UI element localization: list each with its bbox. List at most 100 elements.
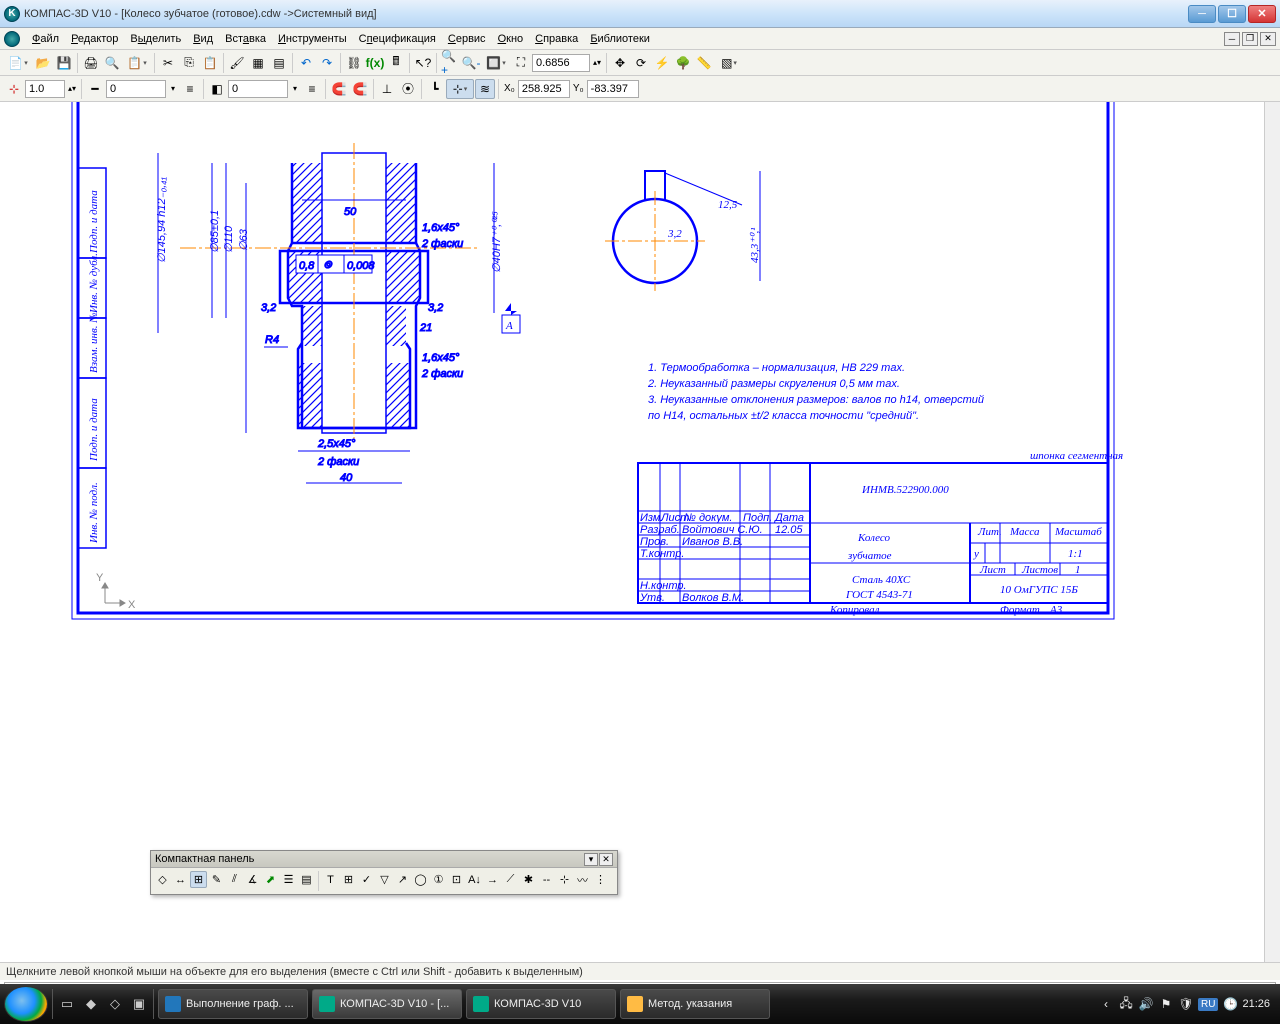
help-arrow-button[interactable]: ↖?: [413, 53, 433, 73]
spec-button[interactable]: ☰: [280, 871, 297, 888]
print-button[interactable]: 🖨: [81, 53, 101, 73]
ortho-button[interactable]: ⊥: [377, 79, 397, 99]
axis-button[interactable]: ⊹: [556, 871, 573, 888]
quick2-icon[interactable]: ◇: [105, 994, 125, 1014]
copy-button[interactable]: ⎘: [179, 53, 199, 73]
y-input[interactable]: [587, 80, 639, 98]
state-dd[interactable]: ▾: [289, 79, 301, 99]
drawing-canvas[interactable]: Подп. и дата Инв. № дубл. Взам. инв. № П…: [0, 102, 1264, 964]
measure-button[interactable]: 📏: [694, 53, 714, 73]
arrow-button[interactable]: →: [484, 871, 501, 888]
style-button[interactable]: ━: [85, 79, 105, 99]
mdi-close-button[interactable]: ✕: [1260, 32, 1276, 46]
tree-button[interactable]: 🌳: [673, 53, 693, 73]
task-item-2[interactable]: КОМПАС-3D V10 - [...: [312, 989, 462, 1019]
tray-vol-icon[interactable]: 🔊: [1138, 996, 1154, 1012]
tray-clock-icon[interactable]: 🕒: [1222, 996, 1238, 1012]
menu-window[interactable]: Окно: [492, 30, 530, 48]
new-button[interactable]: 📄: [4, 53, 32, 73]
round-button[interactable]: ⦿: [398, 79, 418, 99]
tray-shield-icon[interactable]: 🛡: [1178, 996, 1194, 1012]
param-button2[interactable]: ⫽: [226, 871, 243, 888]
task-item-1[interactable]: Выполнение граф. ...: [158, 989, 308, 1019]
state-mgr[interactable]: ≡: [302, 79, 322, 99]
geom-button[interactable]: ◇: [154, 871, 171, 888]
menu-file[interactable]: Файл: [26, 30, 65, 48]
calc-button[interactable]: 🖩: [386, 53, 406, 73]
dim-button[interactable]: ↔: [172, 871, 189, 888]
render-button[interactable]: ▧: [715, 53, 743, 73]
menu-view[interactable]: Вид: [187, 30, 219, 48]
snap-dd-button[interactable]: ⊹: [446, 79, 474, 99]
param-button[interactable]: ≋: [475, 79, 495, 99]
start-button[interactable]: [4, 986, 48, 1022]
rough-button[interactable]: ✓: [358, 871, 375, 888]
save-button[interactable]: 💾: [54, 53, 74, 73]
multi-button[interactable]: ⋮: [592, 871, 609, 888]
tray-lang[interactable]: RU: [1198, 998, 1218, 1011]
pan-button[interactable]: ✥: [610, 53, 630, 73]
leader-button[interactable]: ↗: [394, 871, 411, 888]
localcs-button[interactable]: ┗: [425, 79, 445, 99]
vars-button[interactable]: f(x): [365, 53, 385, 73]
layer-input[interactable]: [106, 80, 166, 98]
task-item-4[interactable]: Метод. указания: [620, 989, 770, 1019]
tray-net-icon[interactable]: 🖧: [1118, 996, 1134, 1012]
edit-button[interactable]: ✎: [208, 871, 225, 888]
cut-button[interactable]: ✂: [158, 53, 178, 73]
state-input[interactable]: [228, 80, 288, 98]
posnum-button[interactable]: ①: [430, 871, 447, 888]
redo-button[interactable]: ↷: [317, 53, 337, 73]
menu-service[interactable]: Сервис: [442, 30, 492, 48]
state-button[interactable]: ◧: [207, 79, 227, 99]
menu-insert[interactable]: Вставка: [219, 30, 272, 48]
centerline-button[interactable]: --: [538, 871, 555, 888]
snap2-button[interactable]: 🧲: [350, 79, 370, 99]
zoomout-button[interactable]: 🔍-: [461, 53, 481, 73]
snap1-button[interactable]: 🧲: [329, 79, 349, 99]
brand-button[interactable]: ◯: [412, 871, 429, 888]
symbols-button[interactable]: ⊞: [190, 871, 207, 888]
section-button[interactable]: A↓: [466, 871, 483, 888]
mdi-minimize-button[interactable]: ─: [1224, 32, 1240, 46]
table-button[interactable]: ⊞: [340, 871, 357, 888]
zoom-input[interactable]: [532, 54, 590, 72]
minimize-button[interactable]: ─: [1188, 5, 1216, 23]
zoom-spin[interactable]: ▴▾: [591, 53, 603, 73]
chain-button[interactable]: ⛓: [344, 53, 364, 73]
task-item-3[interactable]: КОМПАС-3D V10: [466, 989, 616, 1019]
tray-flag-icon[interactable]: ⚑: [1158, 996, 1174, 1012]
vertical-scrollbar[interactable]: [1264, 102, 1280, 964]
menu-libs[interactable]: Библиотеки: [584, 30, 656, 48]
show-desktop-icon[interactable]: ▭: [57, 994, 77, 1014]
open-button[interactable]: 📂: [33, 53, 53, 73]
copyprops-button[interactable]: 🖌: [227, 53, 247, 73]
tray-time[interactable]: 21:26: [1242, 998, 1270, 1010]
x-input[interactable]: [518, 80, 570, 98]
layer-mgr[interactable]: ≡: [180, 79, 200, 99]
quick1-icon[interactable]: ◆: [81, 994, 101, 1014]
rotate-button[interactable]: ⟳: [631, 53, 651, 73]
mdi-restore-button[interactable]: ❐: [1242, 32, 1258, 46]
close-button[interactable]: ✕: [1248, 5, 1276, 23]
quick3-icon[interactable]: ▣: [129, 994, 149, 1014]
menu-select[interactable]: Выделить: [124, 30, 187, 48]
zoomfit-button[interactable]: ⛶: [511, 53, 531, 73]
group-button[interactable]: ▦: [248, 53, 268, 73]
mark-button[interactable]: ✱: [520, 871, 537, 888]
tray-chevron-icon[interactable]: ‹: [1098, 996, 1114, 1012]
report-button[interactable]: ▤: [298, 871, 315, 888]
panel-dropdown-icon[interactable]: ▾: [584, 853, 598, 866]
maximize-button[interactable]: ☐: [1218, 5, 1246, 23]
step-spin[interactable]: ▴▾: [66, 79, 78, 99]
cut-button2[interactable]: ⟋: [502, 871, 519, 888]
paste-button[interactable]: 📋: [200, 53, 220, 73]
undo-button[interactable]: ↶: [296, 53, 316, 73]
layer-dd[interactable]: ▾: [167, 79, 179, 99]
zoomin-button[interactable]: 🔍+: [440, 53, 460, 73]
tolerance-button[interactable]: ⊡: [448, 871, 465, 888]
panel-close-icon[interactable]: ✕: [599, 853, 613, 866]
menu-help[interactable]: Справка: [529, 30, 584, 48]
redraw-button[interactable]: ⚡: [652, 53, 672, 73]
select-button[interactable]: ⬈: [262, 871, 279, 888]
